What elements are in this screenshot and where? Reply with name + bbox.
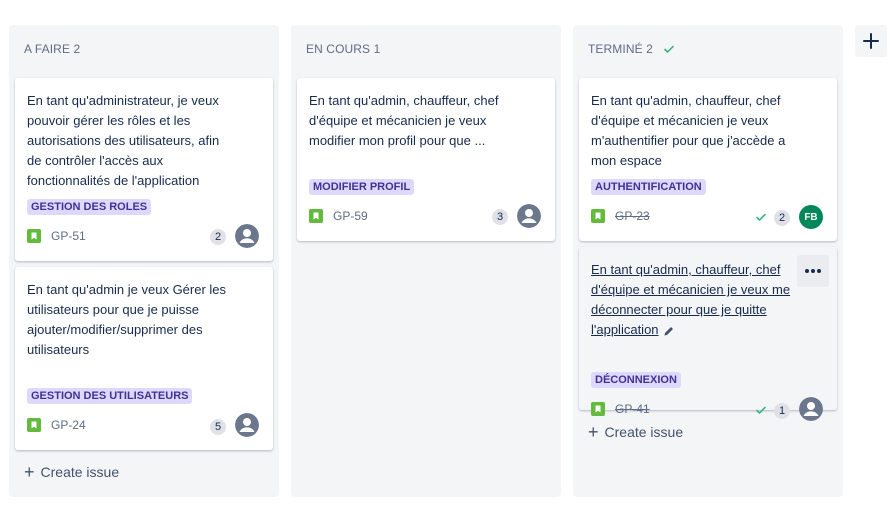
- default-avatar-icon[interactable]: [235, 413, 259, 437]
- pencil-icon[interactable]: [663, 325, 675, 337]
- column-title: EN COURS 1: [306, 42, 381, 56]
- issue-card[interactable]: En tant qu'admin je veux Gérer les utili…: [15, 267, 273, 450]
- epic-label[interactable]: AUTHENTIFICATION: [591, 179, 706, 195]
- column-header-in-progress: EN COURS 1: [306, 42, 380, 56]
- more-horizontal-icon: [805, 269, 821, 273]
- issue-summary-text: En tant qu'admin, chauffeur, chef d'équi…: [591, 262, 791, 337]
- issue-summary: En tant qu'administrateur, je veux pouvo…: [27, 93, 220, 188]
- assignee-avatar[interactable]: FB: [799, 205, 823, 229]
- issue-summary[interactable]: En tant qu'admin, chauffeur, chef d'équi…: [591, 260, 791, 340]
- column-header-todo: A FAIRE 2: [24, 42, 80, 56]
- epic-label[interactable]: MODIFIER PROFIL: [309, 179, 415, 195]
- story-bookmark-icon: [27, 229, 41, 243]
- story-points-badge: 3: [492, 209, 508, 225]
- column-todo: A FAIRE 2 En tant qu'administrateur, je …: [9, 25, 279, 497]
- issue-key[interactable]: GP-24: [51, 418, 86, 432]
- plus-icon: +: [588, 422, 599, 442]
- check-icon: [663, 43, 675, 55]
- story-bookmark-icon: [27, 418, 41, 432]
- default-avatar-icon[interactable]: [799, 397, 823, 421]
- add-column-button[interactable]: [855, 25, 887, 57]
- story-bookmark-icon: [309, 209, 323, 223]
- issue-summary: En tant qu'admin, chauffeur, chef d'équi…: [591, 93, 786, 168]
- issue-key[interactable]: GP-23: [615, 209, 650, 223]
- column-header-done: TERMINÉ 2: [588, 42, 675, 56]
- issue-key[interactable]: GP-51: [51, 229, 86, 243]
- column-title: TERMINÉ 2: [588, 42, 653, 56]
- issue-card[interactable]: En tant qu'administrateur, je veux pouvo…: [15, 78, 273, 261]
- plus-icon: +: [24, 462, 35, 482]
- epic-label[interactable]: GESTION DES UTILISATEURS: [27, 388, 193, 404]
- epic-label[interactable]: GESTION DES ROLES: [27, 199, 152, 215]
- create-issue-button[interactable]: + Create issue: [588, 422, 684, 442]
- issue-key[interactable]: GP-41: [615, 402, 650, 416]
- issue-card[interactable]: En tant qu'admin, chauffeur, chef d'équi…: [297, 78, 555, 241]
- issue-card[interactable]: En tant qu'admin, chauffeur, chef d'équi…: [579, 247, 837, 421]
- story-bookmark-icon: [591, 402, 605, 416]
- default-avatar-icon[interactable]: [517, 204, 541, 228]
- create-issue-label: Create issue: [40, 464, 120, 480]
- issue-summary: En tant qu'admin, chauffeur, chef d'équi…: [309, 93, 499, 148]
- more-actions-button[interactable]: [797, 255, 829, 287]
- story-points-badge: 1: [774, 403, 790, 419]
- story-bookmark-icon: [591, 209, 605, 223]
- issue-card[interactable]: En tant qu'admin, chauffeur, chef d'équi…: [579, 78, 837, 241]
- create-issue-button[interactable]: + Create issue: [24, 462, 120, 482]
- story-points-badge: 2: [774, 210, 790, 226]
- epic-label[interactable]: DÉCONNEXION: [591, 372, 681, 388]
- story-points-badge: 2: [210, 229, 226, 245]
- column-title: A FAIRE 2: [24, 42, 81, 56]
- issue-summary: En tant qu'admin je veux Gérer les utili…: [27, 282, 227, 357]
- check-icon: [756, 213, 766, 221]
- column-in-progress: EN COURS 1 En tant qu'admin, chauffeur, …: [291, 25, 561, 497]
- issue-key[interactable]: GP-59: [333, 209, 368, 223]
- create-issue-label: Create issue: [604, 424, 684, 440]
- story-points-badge: 5: [210, 419, 226, 435]
- plus-icon: [863, 33, 879, 49]
- check-icon: [756, 406, 766, 414]
- column-done: TERMINÉ 2 En tant qu'admin, chauffeur, c…: [573, 25, 843, 497]
- default-avatar-icon[interactable]: [235, 224, 259, 248]
